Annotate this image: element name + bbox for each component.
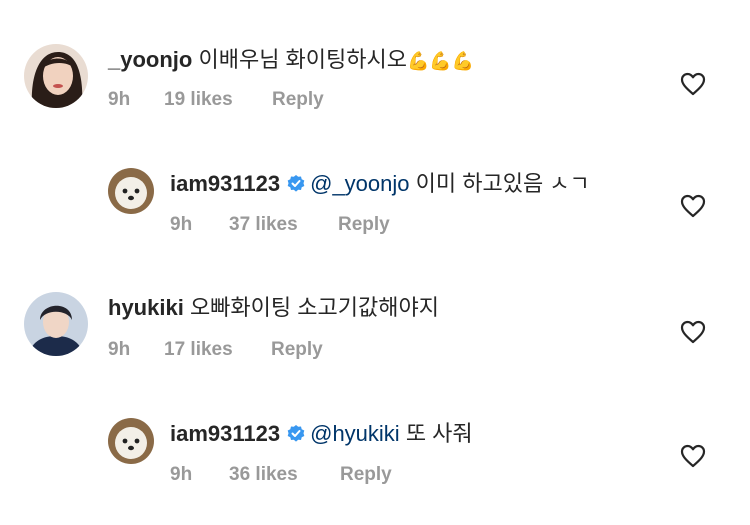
comment-time: 9h: [108, 339, 131, 360]
comment-text: 이배우님 화이팅하시오: [198, 47, 407, 72]
verified-badge-icon: [286, 172, 306, 202]
username[interactable]: hyukiki: [108, 295, 184, 320]
flexed-biceps-icon: 💪💪💪: [406, 51, 475, 71]
comment-line: hyukiki 오빠화이팅 소고기값해야지: [108, 293, 439, 323]
mention-link[interactable]: @hyukiki: [310, 421, 400, 446]
reply-button[interactable]: Reply: [271, 338, 323, 362]
reply-button[interactable]: Reply: [340, 463, 392, 487]
comment-time: 9h: [170, 214, 193, 235]
mention-link[interactable]: @_yoonjo: [310, 171, 409, 196]
like-count[interactable]: 36 likes: [229, 463, 340, 487]
username[interactable]: iam931123: [170, 171, 280, 196]
comment-text: 이미 하고있음 ㅅㄱ: [415, 171, 590, 196]
comment-line: iam931123 @hyukiki 또 사줘: [170, 419, 473, 452]
comment-meta: 9h 37 likes Reply: [170, 213, 390, 237]
comment-meta: 9h 17 likes Reply: [108, 338, 323, 362]
like-count[interactable]: 17 likes: [164, 338, 271, 362]
verified-badge-icon: [286, 422, 306, 452]
avatar[interactable]: [108, 418, 154, 464]
reply-button[interactable]: Reply: [338, 213, 390, 237]
comment-line: _yoonjo 이배우님 화이팅하시오💪💪💪: [108, 45, 474, 76]
heart-outline-icon[interactable]: [680, 194, 706, 223]
heart-outline-icon[interactable]: [680, 72, 706, 101]
comment-line: iam931123 @_yoonjo 이미 하고있음 ㅅㄱ: [170, 169, 590, 202]
comment-time: 9h: [170, 464, 193, 485]
heart-outline-icon[interactable]: [680, 320, 706, 349]
like-count[interactable]: 37 likes: [229, 213, 338, 237]
like-count[interactable]: 19 likes: [164, 88, 272, 112]
avatar[interactable]: [108, 168, 154, 214]
comment-text: 또 사줘: [405, 421, 473, 446]
username[interactable]: _yoonjo: [108, 47, 192, 72]
avatar[interactable]: [24, 44, 88, 108]
heart-outline-icon[interactable]: [680, 444, 706, 473]
comment-meta: 9h 36 likes Reply: [170, 463, 392, 487]
avatar[interactable]: [24, 292, 88, 356]
username[interactable]: iam931123: [170, 421, 280, 446]
comment-text: 오빠화이팅 소고기값해야지: [189, 295, 439, 320]
comment-time: 9h: [108, 89, 131, 110]
reply-button[interactable]: Reply: [272, 88, 324, 112]
comment-meta: 9h 19 likes Reply: [108, 88, 324, 112]
